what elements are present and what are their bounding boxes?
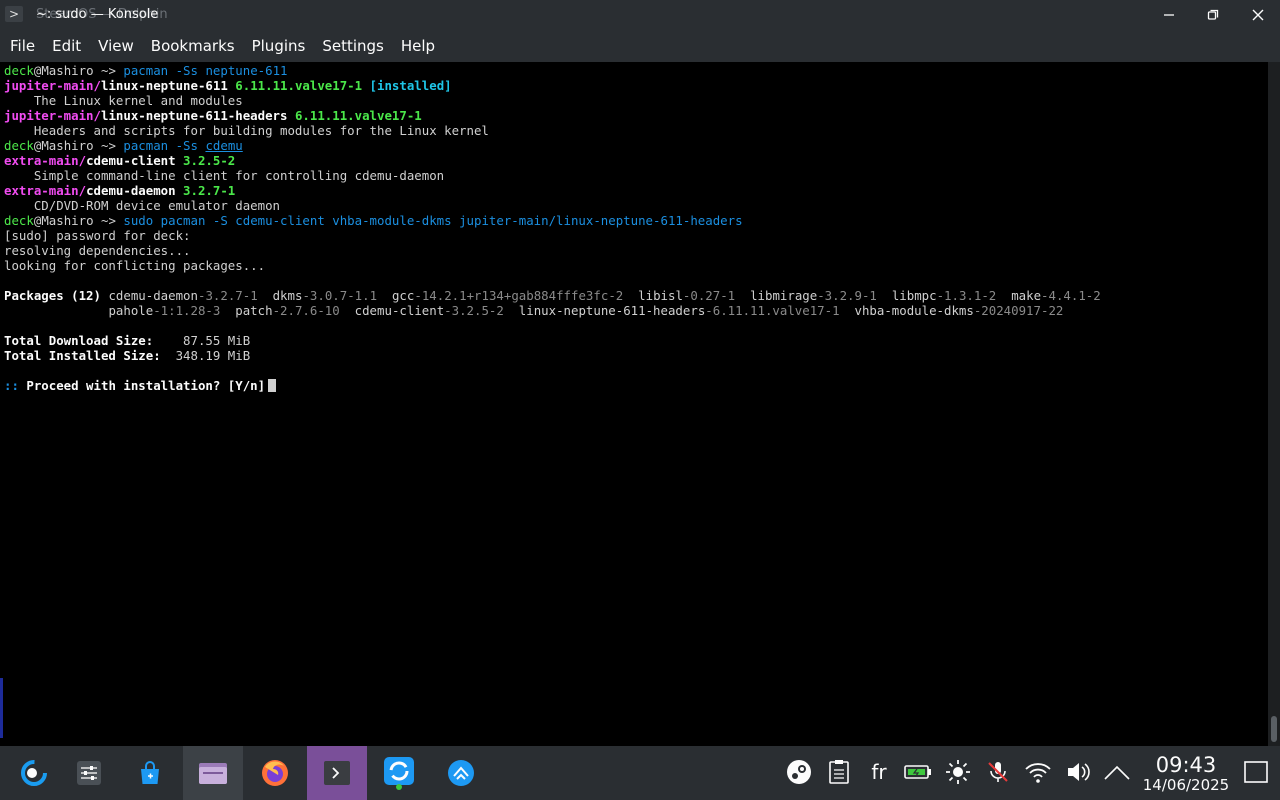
- steam-icon: [787, 760, 811, 784]
- close-button[interactable]: [1246, 4, 1270, 26]
- clock-time: 09:43: [1155, 753, 1217, 777]
- tray-clipboard[interactable]: [825, 758, 853, 786]
- volume-icon: [1068, 763, 1090, 781]
- terminal-line: extra-main/cdemu-client 3.2.5-2: [4, 153, 236, 168]
- tray-network[interactable]: [1024, 758, 1052, 786]
- show-desktop-icon: [1244, 761, 1268, 783]
- microphone-muted-icon: [988, 762, 1008, 782]
- tray-expand[interactable]: [1103, 758, 1131, 786]
- terminal-line: Total Installed Size: 348.19 MiB: [4, 348, 251, 363]
- taskbar: fr: [0, 746, 1280, 800]
- tray-volume[interactable]: [1064, 758, 1092, 786]
- brightness-icon: [946, 760, 970, 784]
- application-launcher-icon: [21, 760, 47, 786]
- clock-date: 14/06/2025: [1142, 776, 1230, 794]
- close-icon: [1252, 9, 1264, 21]
- terminal-line: pahole-1:1.28-3 patch-2.7.6-10 cdemu-cli…: [108, 303, 1064, 318]
- menu-plugins[interactable]: Plugins: [246, 37, 312, 55]
- terminal-scrollbar[interactable]: [1268, 62, 1280, 746]
- taskbar-update[interactable]: [371, 746, 427, 800]
- taskbar-konsole[interactable]: [307, 746, 367, 800]
- menu-help[interactable]: Help: [395, 37, 441, 55]
- show-desktop-button[interactable]: [1242, 758, 1270, 786]
- taskbar-app-launcher[interactable]: [6, 746, 62, 800]
- terminal-line: deck@Mashiro ~> pacman -Ss neptune-611: [4, 63, 288, 78]
- tray-steam[interactable]: [785, 758, 813, 786]
- battery-icon: [904, 765, 931, 779]
- terminal-line: jupiter-main/linux-neptune-611-headers 6…: [4, 108, 422, 123]
- menu-bookmarks[interactable]: Bookmarks: [145, 37, 241, 55]
- tray-keyboard-layout[interactable]: fr: [865, 758, 893, 786]
- system-settings-icon: [77, 761, 101, 785]
- konsole-app-icon[interactable]: >: [5, 6, 23, 22]
- terminal-line: Total Download Size: 87.55 MiB: [4, 333, 251, 348]
- terminal-line: The Linux kernel and modules: [4, 93, 243, 108]
- kdeconnect-icon: [448, 760, 474, 786]
- taskbar-dolphin[interactable]: [183, 746, 243, 800]
- menu-edit[interactable]: Edit: [46, 37, 87, 55]
- taskbar-firefox[interactable]: [247, 746, 303, 800]
- menu-file[interactable]: File: [4, 37, 41, 55]
- menu-view[interactable]: View: [92, 37, 140, 55]
- window-titlebar[interactable]: > SteamOS — Dolphin ~: sudo — Konsole: [0, 0, 1280, 30]
- restore-icon: [1207, 9, 1219, 20]
- tray-microphone[interactable]: [984, 758, 1012, 786]
- tray-brightness[interactable]: [944, 758, 972, 786]
- edge-indicator: [0, 678, 3, 738]
- discover-store-icon: [141, 761, 159, 784]
- scrollbar-thumb[interactable]: [1271, 716, 1277, 742]
- terminal-line: CD/DVD-ROM device emulator daemon: [4, 198, 281, 213]
- taskbar-system-settings[interactable]: [61, 746, 117, 800]
- terminal-line: extra-main/cdemu-daemon 3.2.7-1: [4, 183, 236, 198]
- dolphin-files-icon: [199, 763, 227, 784]
- menu-settings[interactable]: Settings: [316, 37, 390, 55]
- minimize-button[interactable]: [1157, 4, 1181, 26]
- update-icon: [384, 757, 414, 790]
- firefox-icon: [262, 760, 288, 786]
- window-title: ~: sudo — Konsole: [36, 7, 159, 22]
- terminal-cursor: [268, 379, 277, 392]
- terminal-line: resolving dependencies...: [4, 243, 191, 258]
- maximize-button[interactable]: [1201, 4, 1225, 26]
- terminal-line: Headers and scripts for building modules…: [4, 123, 489, 138]
- terminal-line: :: Proceed with installation? [Y/n]: [4, 378, 277, 393]
- terminal-line: looking for conflicting packages...: [4, 258, 266, 273]
- konsole-icon: [324, 761, 350, 785]
- terminal-line: Simple command-line client for controlli…: [4, 168, 445, 183]
- tray-battery[interactable]: [904, 758, 932, 786]
- terminal-line: jupiter-main/linux-neptune-611 6.11.11.v…: [4, 78, 452, 93]
- minimize-icon: [1164, 14, 1174, 16]
- taskbar-discover[interactable]: [122, 746, 178, 800]
- expand-tray-icon: [1104, 765, 1130, 780]
- taskbar-kdeconnect[interactable]: [433, 746, 489, 800]
- terminal-line: deck@Mashiro ~> pacman -Ss cdemu: [4, 138, 243, 153]
- wifi-icon: [1025, 763, 1051, 783]
- clipboard-icon: [829, 760, 849, 784]
- terminal-view[interactable]: deck@Mashiro ~> pacman -Ss neptune-611 j…: [0, 62, 1268, 746]
- terminal-line: [sudo] password for deck:: [4, 228, 191, 243]
- terminal-line: Packages (12) cdemu-daemon-3.2.7-1 dkms-…: [4, 288, 1101, 303]
- digital-clock[interactable]: 09:43 14/06/2025: [1140, 754, 1232, 794]
- terminal-line: deck@Mashiro ~> sudo pacman -S cdemu-cli…: [4, 213, 743, 228]
- menu-bar: File Edit View Bookmarks Plugins Setting…: [0, 30, 1280, 62]
